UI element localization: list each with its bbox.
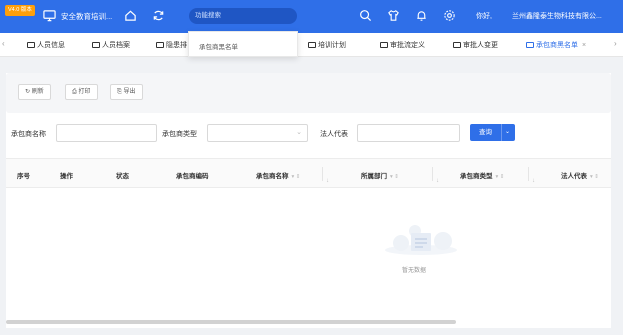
contractor-type-select[interactable]: ⌄	[207, 124, 308, 142]
function-search-input[interactable]: 功能搜索	[189, 8, 297, 24]
resize-icon[interactable]: ↓	[532, 178, 535, 184]
tab-training-plan[interactable]: 培训计划	[308, 40, 346, 50]
column-label: 承包商名称	[256, 173, 289, 180]
resize-icon[interactable]: ↓	[436, 178, 439, 184]
query-button[interactable]: 查询 ⌄	[470, 124, 515, 141]
folder-icon	[526, 42, 534, 48]
folder-icon	[453, 42, 461, 48]
tab-label: 人员信息	[37, 42, 65, 49]
print-icon: ⎙	[72, 89, 77, 95]
export-label: 导出	[123, 89, 136, 95]
top-header: V4.0 版本 安全教育培训... 功能搜索 你好, 兰州鑫隆泰生物科技有限公.…	[0, 0, 623, 33]
chevron-down-icon: ⌄	[296, 129, 302, 136]
table-header: 序号 操作 状态 承包商编码 承包商名称 ▾ ⇕ ↓ 所属部门 ▾ ⇕ ↓ 承包商类…	[6, 158, 611, 188]
tab-approver-change[interactable]: 审批人变更	[453, 40, 498, 50]
column-label: 所属部门	[361, 173, 387, 180]
empty-data-icon	[385, 225, 457, 255]
company-name[interactable]: 兰州鑫隆泰生物科技有限公...	[512, 11, 602, 21]
legal-rep-input[interactable]	[357, 124, 460, 142]
toolbar: ↻ 刷新 ⎙ 打印 ⎘ 导出	[6, 73, 611, 113]
column-header-status: 状态	[116, 173, 129, 180]
filter-sort-icon[interactable]: ▾ ⇕	[496, 174, 505, 180]
column-header-code: 承包商编码	[176, 173, 209, 180]
refresh-button[interactable]: ↻ 刷新	[18, 84, 51, 100]
monitor-icon[interactable]	[43, 9, 56, 22]
tab-label: 培训计划	[318, 42, 346, 49]
empty-data-text: 暂无数据	[402, 268, 427, 274]
refresh-label: 刷新	[31, 89, 44, 95]
tab-label: 隐患排	[166, 42, 187, 49]
legal-rep-label: 法人代表	[320, 131, 348, 138]
column-divider[interactable]	[432, 167, 433, 181]
contractor-name-label: 承包商名称	[11, 131, 46, 138]
tab-contractor-blacklist[interactable]: 承包商黑名单 ×	[526, 40, 586, 50]
column-header-legal-rep[interactable]: 法人代表 ▾ ⇕	[561, 170, 599, 180]
version-badge: V4.0 版本	[5, 5, 35, 16]
tab-approval-flow[interactable]: 审批流定义	[380, 40, 425, 50]
bell-icon[interactable]	[415, 9, 428, 22]
chevron-down-icon[interactable]: ⌄	[505, 124, 510, 141]
close-icon[interactable]: ×	[582, 42, 586, 49]
folder-icon	[27, 42, 35, 48]
column-divider[interactable]	[528, 167, 529, 181]
system-title[interactable]: 安全教育培训...	[61, 11, 112, 22]
query-label: 查询	[479, 129, 492, 136]
contractor-name-input[interactable]	[56, 124, 157, 142]
refresh-icon[interactable]	[152, 9, 165, 22]
column-divider[interactable]	[322, 167, 323, 181]
filter-sort-icon[interactable]: ▾ ⇕	[590, 174, 599, 180]
contractor-type-label: 承包商类型	[162, 131, 197, 138]
folder-icon	[380, 42, 388, 48]
shirt-icon[interactable]	[387, 9, 400, 22]
horizontal-scrollbar[interactable]	[6, 320, 456, 324]
tabs-bar: ‹ 人员信息 人员档案 隐患排 培训计划 审批流定义 审批人变更 承包商黑名单 ×…	[0, 33, 623, 57]
column-label: 法人代表	[561, 173, 587, 180]
print-button[interactable]: ⎙ 打印	[65, 84, 98, 100]
search-icon[interactable]	[359, 9, 372, 22]
column-header-type[interactable]: 承包商类型 ▾ ⇕	[460, 170, 504, 180]
resize-icon[interactable]: ↓	[326, 178, 329, 184]
search-suggestion-item[interactable]: 承包商黑名单	[199, 41, 238, 51]
tab-personnel-info[interactable]: 人员信息	[27, 40, 65, 50]
tab-label: 承包商黑名单	[536, 42, 578, 49]
search-suggestion-dropdown: 承包商黑名单	[188, 31, 298, 57]
main-panel: ↻ 刷新 ⎙ 打印 ⎘ 导出 承包商名称 承包商类型 ⌄ 法人代表 查询 ⌄ 序…	[6, 73, 611, 328]
filter-sort-icon[interactable]: ▾ ⇕	[292, 174, 301, 180]
gear-icon[interactable]	[443, 9, 456, 22]
export-button[interactable]: ⎘ 导出	[110, 84, 143, 100]
divider	[501, 124, 502, 141]
tab-hazard[interactable]: 隐患排	[156, 40, 187, 50]
tab-personnel-archive[interactable]: 人员档案	[92, 40, 130, 50]
refresh-icon: ↻	[25, 89, 31, 95]
export-icon: ⎘	[117, 89, 122, 95]
tab-label: 审批流定义	[390, 42, 425, 49]
filter-sort-icon[interactable]: ▾ ⇕	[390, 174, 399, 180]
print-label: 打印	[78, 89, 91, 95]
column-header-actions: 操作	[60, 173, 73, 180]
tabs-scroll-right-icon[interactable]: ›	[614, 39, 617, 48]
folder-icon	[92, 42, 100, 48]
filter-bar: 承包商名称 承包商类型 ⌄ 法人代表 查询 ⌄	[6, 123, 611, 143]
tab-label: 审批人变更	[463, 42, 498, 49]
column-header-department[interactable]: 所属部门 ▾ ⇕	[361, 170, 399, 180]
folder-icon	[156, 42, 164, 48]
column-header-index: 序号	[17, 173, 30, 180]
home-icon[interactable]	[124, 9, 137, 22]
column-label: 承包商类型	[460, 173, 493, 180]
tabs-scroll-left-icon[interactable]: ‹	[2, 39, 5, 48]
tab-label: 人员档案	[102, 42, 130, 49]
greeting-text: 你好,	[476, 13, 492, 20]
folder-icon	[308, 42, 316, 48]
column-header-name[interactable]: 承包商名称 ▾ ⇕	[256, 170, 300, 180]
